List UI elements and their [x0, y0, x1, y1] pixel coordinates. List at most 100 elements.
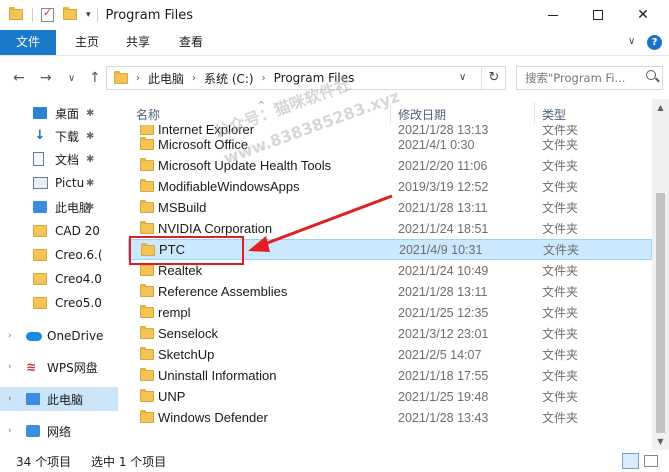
file-row[interactable]: MSBuild 2021/1/28 13:11 文件夹 [128, 197, 652, 218]
file-row[interactable]: Windows Defender 2021/1/28 13:43 文件夹 [128, 407, 652, 428]
search-input[interactable] [517, 67, 642, 89]
column-divider[interactable] [390, 102, 391, 124]
help-icon[interactable]: ? [647, 35, 662, 50]
file-name: Senselock [158, 326, 218, 341]
file-name: rempl [158, 305, 191, 320]
sidebar-item-network[interactable]: › 网络 [0, 419, 118, 443]
sidebar-item-downloads[interactable]: ↓ 下载 ✱ [0, 124, 118, 148]
tab-home[interactable]: 主页 [70, 30, 104, 55]
sidebar-item-this-pc-pinned[interactable]: 此电脑 ✱ [0, 195, 118, 219]
large-icons-view-icon[interactable] [644, 455, 658, 467]
file-type: 文件夹 [542, 222, 579, 236]
sidebar-item-onedrive[interactable]: › OneDrive [0, 324, 118, 348]
file-name: Reference Assemblies [158, 284, 288, 299]
sidebar-item-label: 下载 [55, 129, 80, 144]
file-row[interactable]: SketchUp 2021/2/5 14:07 文件夹 [128, 344, 652, 365]
scroll-up-icon[interactable]: ▲ [652, 99, 669, 116]
up-button[interactable]: ↑ [89, 70, 101, 86]
recent-locations-button[interactable]: ∨ [68, 73, 75, 84]
breadcrumb-system-c[interactable]: 系统 (C:) [204, 70, 254, 87]
sidebar-item-label: Creo5.0 [55, 296, 102, 310]
address-bar[interactable]: › 此电脑 › 系统 (C:) › Program Files ∨ ↻ [106, 66, 506, 90]
file-type: 文件夹 [542, 306, 579, 320]
file-date: 2021/1/28 13:11 [398, 284, 488, 299]
tab-file[interactable]: 文件 [0, 30, 56, 55]
sidebar-item-cad[interactable]: CAD 20 [0, 219, 118, 243]
view-toggle [622, 453, 662, 469]
title-divider [96, 8, 98, 22]
expand-ribbon-icon[interactable]: ∨ [628, 36, 635, 47]
details-view-icon[interactable] [622, 453, 639, 469]
sidebar-item-desktop[interactable]: 桌面 ✱ [0, 101, 118, 125]
sidebar-item-documents[interactable]: 文档 ✱ [0, 147, 118, 171]
properties-icon[interactable] [41, 6, 54, 22]
search-box[interactable] [516, 66, 663, 90]
folder-icon [33, 273, 47, 285]
breadcrumb-separator[interactable]: › [136, 73, 140, 84]
chevron-right-icon[interactable]: › [8, 394, 12, 404]
chevron-right-icon[interactable]: › [8, 362, 12, 372]
file-row[interactable]: Microsoft Update Health Tools 2021/2/20 … [128, 155, 652, 176]
sidebar-item-creo4[interactable]: Creo4.0 [0, 267, 118, 291]
folder-icon [140, 368, 154, 381]
sidebar-item-creo5[interactable]: Creo5.0 [0, 291, 118, 315]
file-type: 文件夹 [542, 348, 579, 362]
sidebar-item-creo6[interactable]: Creo.6.( [0, 243, 118, 267]
breadcrumb-separator[interactable]: › [192, 73, 196, 84]
folder-icon [140, 179, 154, 192]
breadcrumb-separator[interactable]: › [262, 73, 266, 84]
file-type: 文件夹 [542, 411, 579, 425]
file-date: 2019/3/19 12:52 [398, 179, 489, 194]
column-header-row: ^ 名称 修改日期 类型 [118, 99, 652, 125]
folder-icon [140, 347, 154, 360]
file-list: ^ 名称 修改日期 类型 Internet Explorer 2021/1/28… [118, 99, 652, 450]
file-name: MSBuild [158, 200, 207, 215]
tab-share[interactable]: 共享 [121, 30, 155, 55]
folder-icon [140, 200, 154, 213]
sidebar-item-label: WPS网盘 [47, 360, 98, 375]
column-divider[interactable] [534, 102, 535, 124]
sidebar-item-label: Creo.6.( [55, 248, 103, 262]
maximize-icon [593, 10, 603, 20]
sidebar-item-pictures[interactable]: Pictu ✱ [0, 171, 118, 195]
file-row[interactable]: Microsoft Office 2021/4/1 0:30 文件夹 [128, 134, 652, 155]
file-row[interactable]: rempl 2021/1/25 12:35 文件夹 [128, 302, 652, 323]
close-button[interactable]: ✕ [620, 0, 666, 30]
chevron-right-icon[interactable]: › [8, 426, 12, 436]
address-dropdown-icon[interactable]: ∨ [459, 72, 466, 83]
customize-quick-access-button[interactable]: ▾ [86, 10, 91, 20]
breadcrumb-program-files[interactable]: Program Files [274, 71, 355, 85]
scroll-down-icon[interactable]: ▼ [652, 433, 669, 450]
file-row[interactable]: UNP 2021/1/25 19:48 文件夹 [128, 386, 652, 407]
file-date: 2021/1/24 18:51 [398, 221, 489, 236]
column-header-type[interactable]: 类型 [542, 106, 566, 123]
tab-view[interactable]: 查看 [174, 30, 208, 55]
breadcrumb-this-pc[interactable]: 此电脑 [148, 70, 184, 87]
sidebar-item-this-pc[interactable]: › 此电脑 [0, 387, 118, 411]
title-bar: ▾ Program Files ✕ [0, 0, 669, 30]
file-row[interactable]: ModifiableWindowsApps 2019/3/19 12:52 文件… [128, 176, 652, 197]
forward-button[interactable]: → [40, 70, 52, 86]
new-folder-icon[interactable] [63, 7, 77, 21]
sidebar-item-wps-cloud[interactable]: › ≋ WPS网盘 [0, 355, 118, 379]
quick-access-divider [32, 8, 33, 22]
file-row[interactable]: Reference Assemblies 2021/1/28 13:11 文件夹 [128, 281, 652, 302]
status-bar: 34 个项目 选中 1 个项目 [0, 450, 669, 472]
column-header-name[interactable]: 名称 [136, 106, 160, 123]
sort-ascending-icon: ^ [258, 100, 265, 109]
file-row[interactable]: Uninstall Information 2021/1/18 17:55 文件… [128, 365, 652, 386]
scrollbar-thumb[interactable] [656, 193, 665, 433]
pin-icon: ✱ [86, 107, 95, 119]
network-icon [26, 425, 40, 437]
refresh-button[interactable]: ↻ [481, 67, 506, 89]
file-row[interactable]: Senselock 2021/3/12 23:01 文件夹 [128, 323, 652, 344]
file-type: 文件夹 [542, 180, 579, 194]
chevron-right-icon[interactable]: › [8, 331, 12, 341]
column-header-date[interactable]: 修改日期 [398, 106, 446, 123]
file-name: NVIDIA Corporation [158, 221, 273, 236]
maximize-button[interactable] [575, 0, 621, 30]
back-button[interactable]: ← [13, 70, 25, 86]
vertical-scrollbar[interactable]: ▲ ▼ [652, 99, 669, 450]
minimize-button[interactable] [530, 0, 576, 30]
file-date: 2021/1/25 19:48 [398, 389, 489, 404]
